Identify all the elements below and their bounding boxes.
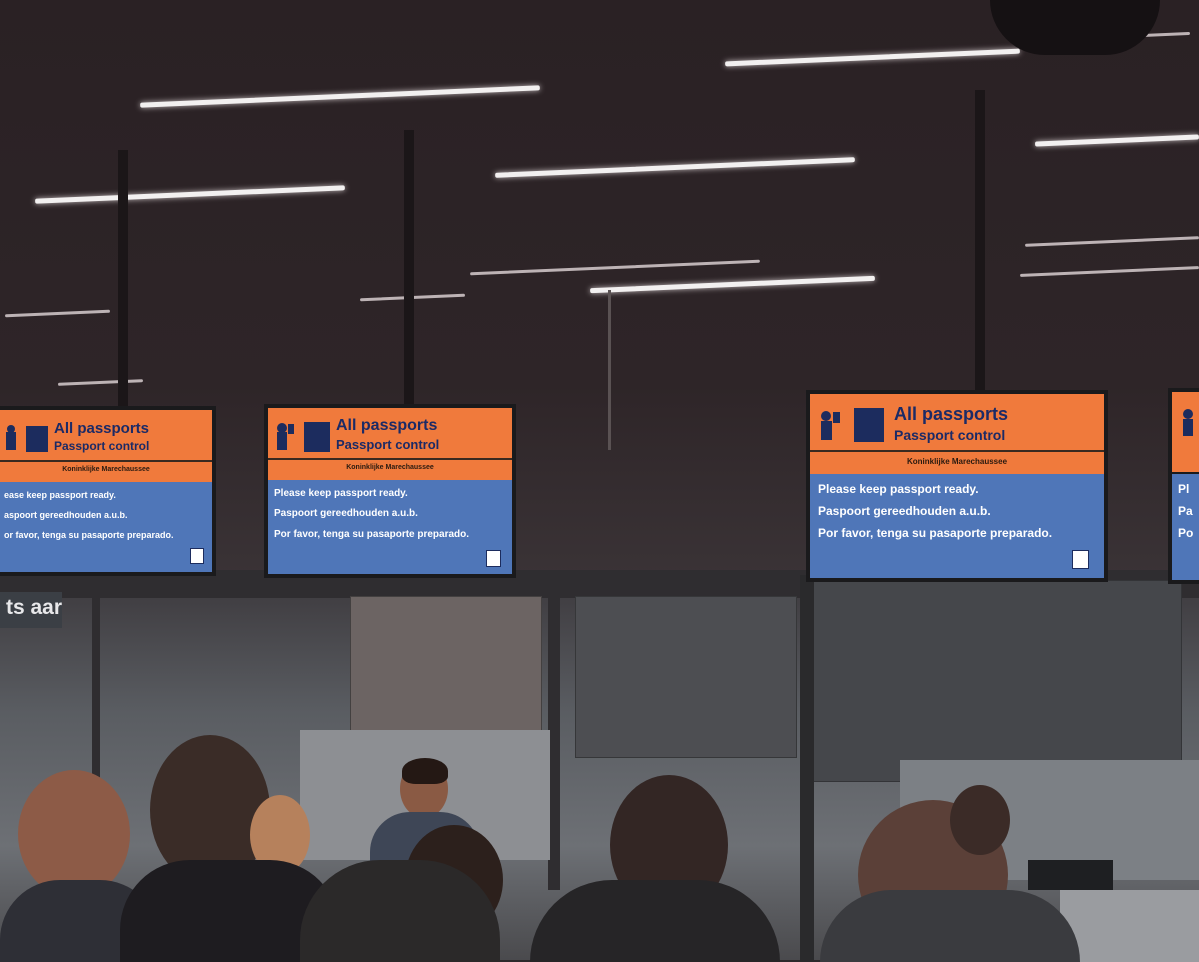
no-flash-photo-icon: [1072, 550, 1089, 569]
ceiling-light: [35, 185, 345, 204]
officer-hair: [402, 758, 448, 784]
sign-pole: [404, 130, 414, 410]
sign-authority: Koninklijke Marechaussee: [906, 457, 1008, 466]
sign-rule: [268, 458, 512, 460]
sign-header: All passports Passport control Koninklij…: [268, 408, 512, 480]
sign-message-panel: Please keep passport ready. Paspoort ger…: [268, 480, 512, 574]
airport-passport-control-scene: ts aar All passports Passport control Ko…: [0, 0, 1199, 962]
passport-icon: [304, 422, 330, 452]
sign-pole: [975, 90, 985, 390]
traveller-body: [820, 890, 1080, 962]
sign-line-nl: Paspoort gereedhouden a.u.b.: [274, 508, 418, 519]
ceiling-light: [1034, 134, 1199, 147]
sign-message-panel: Please keep passport ready. Paspoort ger…: [810, 474, 1104, 578]
ceiling-light: [1020, 266, 1199, 277]
ceiling-dome: [990, 0, 1160, 55]
sign-line-en: Pl: [1178, 482, 1190, 496]
passport-icon: [854, 408, 884, 442]
sign-line-es: or favor, tenga su pasaporte preparado.: [4, 530, 174, 540]
sign-line-es: Po: [1178, 526, 1194, 540]
ceiling-light: [4, 309, 111, 318]
traveller-body: [530, 880, 780, 962]
monitor: [1028, 860, 1113, 890]
sign-subtitle: Passport control: [894, 427, 1006, 443]
sign-pole: [608, 290, 611, 450]
passport-control-sign: All passports Passport control Koninklij…: [264, 404, 516, 578]
ceiling-light: [590, 275, 875, 294]
sign-header: All passports Passport control Koninklij…: [810, 394, 1104, 474]
sign-title: All passports: [336, 417, 438, 434]
passport-control-sign: All passports Passport control Koninklij…: [0, 406, 216, 576]
sign-header: [1172, 392, 1199, 472]
sign-pole: [118, 150, 128, 410]
sign-message-panel: ease keep passport ready. aspoort gereed…: [0, 482, 212, 572]
sign-subtitle: Passport control: [336, 437, 440, 452]
ceiling-light: [57, 379, 144, 386]
officer-icon: [277, 423, 294, 450]
sign-authority: Koninklijke Marechaussee: [62, 466, 150, 473]
glass-panel: [575, 596, 797, 758]
booth-frame: [800, 575, 814, 962]
officer-icon: [821, 411, 840, 440]
wall-sign-text: ts aar: [6, 596, 63, 619]
ceiling-light: [725, 48, 1020, 67]
glass-panel: [810, 580, 1182, 782]
sign-line-en: Please keep passport ready.: [274, 488, 408, 499]
passport-icon: [26, 426, 48, 452]
sign-line-en: Please keep passport ready.: [818, 482, 979, 496]
glass-panel: [350, 596, 542, 733]
ceiling-light: [140, 85, 540, 108]
sign-line-nl: aspoort gereedhouden a.u.b.: [4, 510, 128, 520]
sign-line-es: Por favor, tenga su pasaporte preparado.: [818, 526, 1053, 540]
sign-rule: [0, 460, 212, 462]
ceiling-light: [470, 259, 760, 276]
officer-icon: [6, 425, 16, 450]
sign-rule: [810, 450, 1104, 452]
sign-header: All passports Passport control Koninklij…: [0, 410, 212, 482]
officer-icon: [1183, 409, 1193, 436]
no-flash-photo-icon: [486, 550, 501, 567]
ceiling-light: [1025, 236, 1199, 247]
sign-line-es: Por favor, tenga su pasaporte preparado.: [274, 529, 470, 540]
sign-line-nl: Pa: [1178, 504, 1193, 518]
sign-line-en: ease keep passport ready.: [4, 490, 116, 500]
sign-subtitle: Passport control: [54, 439, 150, 453]
sign-authority: Koninklijke Marechaussee: [346, 464, 434, 471]
passport-control-sign: All passports Passport control Koninklij…: [806, 390, 1108, 582]
sign-line-nl: Paspoort gereedhouden a.u.b.: [818, 504, 991, 518]
sign-title: All passports: [54, 420, 150, 437]
traveller-head: [18, 770, 130, 898]
sign-message-panel: Pl Pa Po: [1172, 474, 1199, 580]
booth-counter: [1060, 890, 1199, 962]
no-flash-photo-icon: [190, 548, 204, 564]
passport-control-sign: Pl Pa Po: [1168, 388, 1199, 584]
sign-title: All passports: [894, 404, 1009, 424]
ceiling-light: [495, 157, 855, 178]
traveller-head: [950, 785, 1010, 855]
